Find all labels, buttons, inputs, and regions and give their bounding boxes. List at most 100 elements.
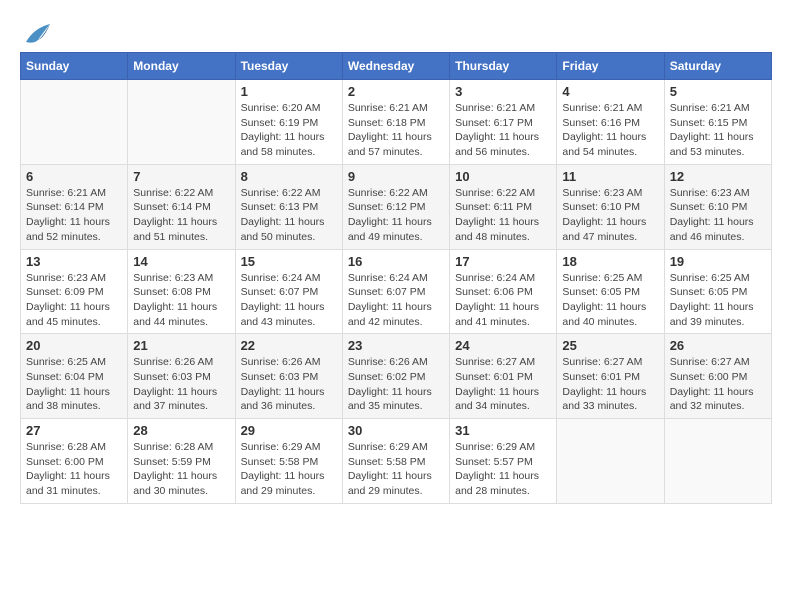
day-cell: 31Sunrise: 6:29 AM Sunset: 5:57 PM Dayli… bbox=[450, 419, 557, 504]
header-wednesday: Wednesday bbox=[342, 53, 449, 80]
day-info: Sunrise: 6:27 AM Sunset: 6:01 PM Dayligh… bbox=[455, 355, 551, 414]
day-number: 25 bbox=[562, 338, 658, 353]
day-info: Sunrise: 6:21 AM Sunset: 6:16 PM Dayligh… bbox=[562, 101, 658, 160]
header-saturday: Saturday bbox=[664, 53, 771, 80]
day-number: 19 bbox=[670, 254, 766, 269]
day-info: Sunrise: 6:22 AM Sunset: 6:14 PM Dayligh… bbox=[133, 186, 229, 245]
day-number: 15 bbox=[241, 254, 337, 269]
day-cell: 20 Sunrise: 6:25 AM Sunset: 6:04 PM Dayli… bbox=[21, 334, 128, 419]
day-number: 29 bbox=[241, 423, 337, 438]
calendar-body: 1 Sunrise: 6:20 AM Sunset: 6:19 PM Daylig… bbox=[21, 80, 772, 504]
day-number: 23 bbox=[348, 338, 444, 353]
day-info: Sunrise: 6:26 AM Sunset: 6:03 PM Dayligh… bbox=[241, 355, 337, 414]
day-number: 12 bbox=[670, 169, 766, 184]
day-cell: 11 Sunrise: 6:23 AM Sunset: 6:10 PM Dayli… bbox=[557, 164, 664, 249]
day-cell: 28Sunrise: 6:28 AM Sunset: 5:59 PM Dayli… bbox=[128, 419, 235, 504]
day-cell bbox=[128, 80, 235, 165]
week-row-3: 20 Sunrise: 6:25 AM Sunset: 6:04 PM Dayli… bbox=[21, 334, 772, 419]
day-number: 31 bbox=[455, 423, 551, 438]
day-info: Sunrise: 6:24 AM Sunset: 6:07 PM Dayligh… bbox=[241, 271, 337, 330]
day-number: 17 bbox=[455, 254, 551, 269]
day-cell: 12 Sunrise: 6:23 AM Sunset: 6:10 PM Dayli… bbox=[664, 164, 771, 249]
day-info: Sunrise: 6:28 AM Sunset: 6:00 PM Dayligh… bbox=[26, 440, 122, 499]
day-info: Sunrise: 6:25 AM Sunset: 6:05 PM Dayligh… bbox=[670, 271, 766, 330]
day-info: Sunrise: 6:23 AM Sunset: 6:08 PM Dayligh… bbox=[133, 271, 229, 330]
logo bbox=[20, 20, 54, 42]
day-number: 24 bbox=[455, 338, 551, 353]
day-number: 26 bbox=[670, 338, 766, 353]
calendar-header-row: SundayMondayTuesdayWednesdayThursdayFrid… bbox=[21, 53, 772, 80]
day-number: 22 bbox=[241, 338, 337, 353]
day-cell: 7 Sunrise: 6:22 AM Sunset: 6:14 PM Daylig… bbox=[128, 164, 235, 249]
day-number: 16 bbox=[348, 254, 444, 269]
day-cell: 27 Sunrise: 6:28 AM Sunset: 6:00 PM Dayli… bbox=[21, 419, 128, 504]
day-number: 4 bbox=[562, 84, 658, 99]
header-monday: Monday bbox=[128, 53, 235, 80]
day-info: Sunrise: 6:20 AM Sunset: 6:19 PM Dayligh… bbox=[241, 101, 337, 160]
day-cell: 13Sunrise: 6:23 AM Sunset: 6:09 PM Dayli… bbox=[21, 249, 128, 334]
day-cell: 23 Sunrise: 6:26 AM Sunset: 6:02 PM Dayli… bbox=[342, 334, 449, 419]
day-info: Sunrise: 6:23 AM Sunset: 6:09 PM Dayligh… bbox=[26, 271, 122, 330]
day-info: Sunrise: 6:21 AM Sunset: 6:18 PM Dayligh… bbox=[348, 101, 444, 160]
day-cell: 8 Sunrise: 6:22 AM Sunset: 6:13 PM Daylig… bbox=[235, 164, 342, 249]
week-row-2: 13Sunrise: 6:23 AM Sunset: 6:09 PM Dayli… bbox=[21, 249, 772, 334]
day-number: 10 bbox=[455, 169, 551, 184]
day-cell: 18 Sunrise: 6:25 AM Sunset: 6:05 PM Dayli… bbox=[557, 249, 664, 334]
day-info: Sunrise: 6:25 AM Sunset: 6:05 PM Dayligh… bbox=[562, 271, 658, 330]
day-number: 2 bbox=[348, 84, 444, 99]
week-row-1: 6Sunrise: 6:21 AM Sunset: 6:14 PM Daylig… bbox=[21, 164, 772, 249]
day-info: Sunrise: 6:23 AM Sunset: 6:10 PM Dayligh… bbox=[562, 186, 658, 245]
day-cell: 17 Sunrise: 6:24 AM Sunset: 6:06 PM Dayli… bbox=[450, 249, 557, 334]
day-number: 28 bbox=[133, 423, 229, 438]
day-number: 1 bbox=[241, 84, 337, 99]
day-info: Sunrise: 6:23 AM Sunset: 6:10 PM Dayligh… bbox=[670, 186, 766, 245]
header-thursday: Thursday bbox=[450, 53, 557, 80]
day-info: Sunrise: 6:24 AM Sunset: 6:07 PM Dayligh… bbox=[348, 271, 444, 330]
day-info: Sunrise: 6:29 AM Sunset: 5:58 PM Dayligh… bbox=[348, 440, 444, 499]
day-number: 5 bbox=[670, 84, 766, 99]
day-cell: 30 Sunrise: 6:29 AM Sunset: 5:58 PM Dayli… bbox=[342, 419, 449, 504]
day-info: Sunrise: 6:22 AM Sunset: 6:13 PM Dayligh… bbox=[241, 186, 337, 245]
day-number: 30 bbox=[348, 423, 444, 438]
day-number: 18 bbox=[562, 254, 658, 269]
day-info: Sunrise: 6:22 AM Sunset: 6:11 PM Dayligh… bbox=[455, 186, 551, 245]
day-number: 11 bbox=[562, 169, 658, 184]
day-info: Sunrise: 6:27 AM Sunset: 6:00 PM Dayligh… bbox=[670, 355, 766, 414]
page-header bbox=[20, 20, 772, 42]
day-number: 3 bbox=[455, 84, 551, 99]
day-number: 7 bbox=[133, 169, 229, 184]
day-cell: 22 Sunrise: 6:26 AM Sunset: 6:03 PM Dayli… bbox=[235, 334, 342, 419]
day-info: Sunrise: 6:27 AM Sunset: 6:01 PM Dayligh… bbox=[562, 355, 658, 414]
day-number: 8 bbox=[241, 169, 337, 184]
day-cell bbox=[557, 419, 664, 504]
calendar-table: SundayMondayTuesdayWednesdayThursdayFrid… bbox=[20, 52, 772, 504]
day-cell: 9Sunrise: 6:22 AM Sunset: 6:12 PM Daylig… bbox=[342, 164, 449, 249]
day-cell: 29 Sunrise: 6:29 AM Sunset: 5:58 PM Dayli… bbox=[235, 419, 342, 504]
day-info: Sunrise: 6:29 AM Sunset: 5:58 PM Dayligh… bbox=[241, 440, 337, 499]
logo-bird-icon bbox=[22, 20, 54, 48]
day-cell: 19 Sunrise: 6:25 AM Sunset: 6:05 PM Dayli… bbox=[664, 249, 771, 334]
day-cell: 24 Sunrise: 6:27 AM Sunset: 6:01 PM Dayli… bbox=[450, 334, 557, 419]
day-cell: 26 Sunrise: 6:27 AM Sunset: 6:00 PM Dayli… bbox=[664, 334, 771, 419]
day-cell: 6Sunrise: 6:21 AM Sunset: 6:14 PM Daylig… bbox=[21, 164, 128, 249]
week-row-0: 1 Sunrise: 6:20 AM Sunset: 6:19 PM Daylig… bbox=[21, 80, 772, 165]
day-cell: 15 Sunrise: 6:24 AM Sunset: 6:07 PM Dayli… bbox=[235, 249, 342, 334]
day-cell: 2 Sunrise: 6:21 AM Sunset: 6:18 PM Daylig… bbox=[342, 80, 449, 165]
day-number: 27 bbox=[26, 423, 122, 438]
day-info: Sunrise: 6:24 AM Sunset: 6:06 PM Dayligh… bbox=[455, 271, 551, 330]
day-number: 20 bbox=[26, 338, 122, 353]
day-cell: 25 Sunrise: 6:27 AM Sunset: 6:01 PM Dayli… bbox=[557, 334, 664, 419]
day-info: Sunrise: 6:25 AM Sunset: 6:04 PM Dayligh… bbox=[26, 355, 122, 414]
day-cell bbox=[21, 80, 128, 165]
day-number: 6 bbox=[26, 169, 122, 184]
day-cell: 16 Sunrise: 6:24 AM Sunset: 6:07 PM Dayli… bbox=[342, 249, 449, 334]
week-row-4: 27 Sunrise: 6:28 AM Sunset: 6:00 PM Dayli… bbox=[21, 419, 772, 504]
day-cell: 4 Sunrise: 6:21 AM Sunset: 6:16 PM Daylig… bbox=[557, 80, 664, 165]
day-info: Sunrise: 6:26 AM Sunset: 6:02 PM Dayligh… bbox=[348, 355, 444, 414]
day-cell: 21Sunrise: 6:26 AM Sunset: 6:03 PM Dayli… bbox=[128, 334, 235, 419]
day-cell: 5Sunrise: 6:21 AM Sunset: 6:15 PM Daylig… bbox=[664, 80, 771, 165]
day-cell bbox=[664, 419, 771, 504]
header-friday: Friday bbox=[557, 53, 664, 80]
day-number: 21 bbox=[133, 338, 229, 353]
day-cell: 10 Sunrise: 6:22 AM Sunset: 6:11 PM Dayli… bbox=[450, 164, 557, 249]
